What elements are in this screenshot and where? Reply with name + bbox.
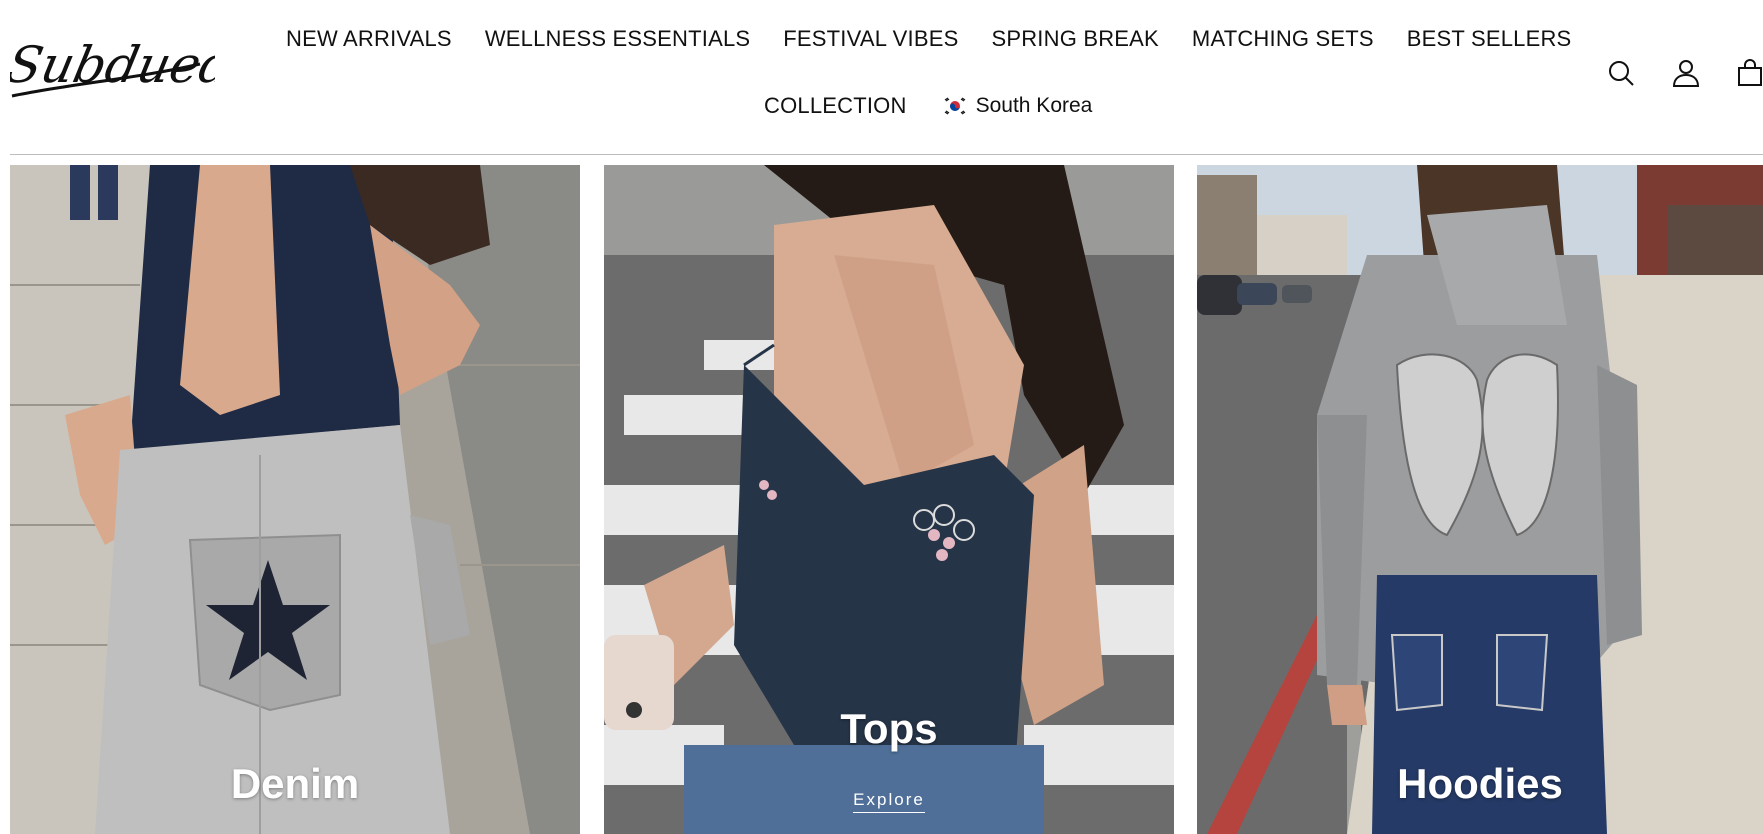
nav-new-arrivals[interactable]: NEW ARRIVALS — [286, 24, 452, 54]
account-icon[interactable] — [1671, 58, 1701, 88]
search-icon[interactable] — [1606, 58, 1636, 88]
tile-title-tops: Tops — [840, 705, 938, 752]
header-divider — [10, 154, 1763, 155]
country-selector[interactable]: South Korea — [941, 91, 1093, 121]
tile-explore-link[interactable]: Explore — [604, 790, 1174, 813]
denim-photo — [10, 165, 580, 834]
explore-link-label: Explore — [853, 790, 925, 813]
category-tile-tops[interactable]: Tops Explore — [604, 165, 1174, 834]
category-tiles: Denim Tops Explore Hoodies — [0, 165, 1763, 834]
nav-spring-break[interactable]: SPRING BREAK — [991, 24, 1158, 54]
nav-collection[interactable]: COLLECTION — [764, 91, 907, 121]
country-label: South Korea — [975, 94, 1093, 117]
category-tile-hoodies[interactable]: Hoodies — [1197, 165, 1763, 834]
main-nav-row-1: NEW ARRIVALS WELLNESS ESSENTIALS FESTIVA… — [0, 24, 1763, 54]
nav-wellness-essentials[interactable]: WELLNESS ESSENTIALS — [485, 24, 750, 54]
south-korea-flag-icon — [941, 96, 968, 116]
nav-matching-sets[interactable]: MATCHING SETS — [1192, 24, 1374, 54]
tile-title-hoodies: Hoodies — [1397, 760, 1563, 807]
tile-title-denim: Denim — [230, 760, 360, 807]
hoodies-photo — [1197, 165, 1763, 834]
cart-icon[interactable] — [1735, 58, 1763, 88]
nav-festival-vibes[interactable]: FESTIVAL VIBES — [783, 24, 958, 54]
main-nav-row-2: COLLECTION South Korea — [0, 91, 1763, 121]
category-tile-denim[interactable]: Denim — [10, 165, 580, 834]
site-header: Subdued NEW ARRIVALS WELLNESS ESSENTIALS… — [0, 0, 1763, 156]
nav-best-sellers[interactable]: BEST SELLERS — [1407, 24, 1572, 54]
